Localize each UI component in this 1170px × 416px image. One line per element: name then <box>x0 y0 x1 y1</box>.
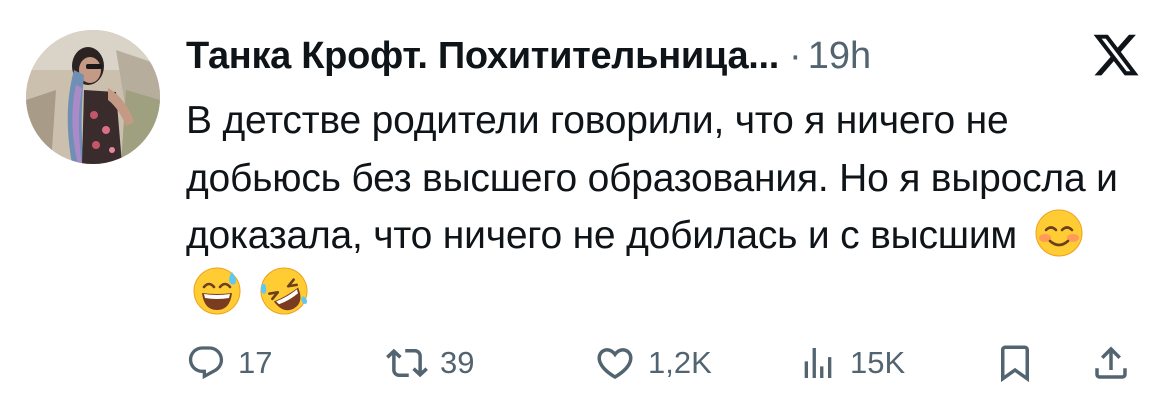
views-button[interactable]: 15K <box>798 338 905 388</box>
avatar[interactable] <box>26 30 160 164</box>
reply-count: 17 <box>238 345 273 380</box>
heart-icon <box>597 348 633 380</box>
tweet-header: Танка Крофт. Похитительница... · 19h <box>186 26 871 86</box>
reply-icon <box>188 346 224 380</box>
repost-button[interactable]: 39 <box>386 338 474 388</box>
views-chart-icon <box>804 348 832 378</box>
like-button[interactable]: 1,2K <box>594 338 712 388</box>
avatar-photo <box>26 30 160 164</box>
rolling-on-floor-laughing-icon <box>259 266 309 316</box>
share-icon <box>1095 346 1127 379</box>
tweet-body: В детстве родители говорили, что я ничег… <box>186 99 1118 257</box>
author-name[interactable]: Танка Крофт. Похитительница... <box>186 35 779 78</box>
x-logo-icon[interactable] <box>1090 30 1142 80</box>
dot-separator: · <box>789 34 802 77</box>
repost-icon <box>386 348 428 378</box>
views-count: 15K <box>850 345 906 380</box>
bookmark-icon <box>1001 345 1029 383</box>
bookmark-button[interactable] <box>994 338 1036 388</box>
repost-count: 39 <box>440 345 475 380</box>
grinning-sweat-face-icon <box>192 266 242 316</box>
tweet-timestamp[interactable]: 19h <box>808 35 871 78</box>
smiling-face-icon <box>1034 208 1084 258</box>
tweet-actions: 17 39 1,2K 15K <box>186 338 1136 388</box>
tweet-text: В детстве родители говорили, что я ничег… <box>186 92 1146 322</box>
share-button[interactable] <box>1090 338 1132 388</box>
reply-button[interactable]: 17 <box>186 338 272 388</box>
like-count: 1,2K <box>648 345 712 380</box>
